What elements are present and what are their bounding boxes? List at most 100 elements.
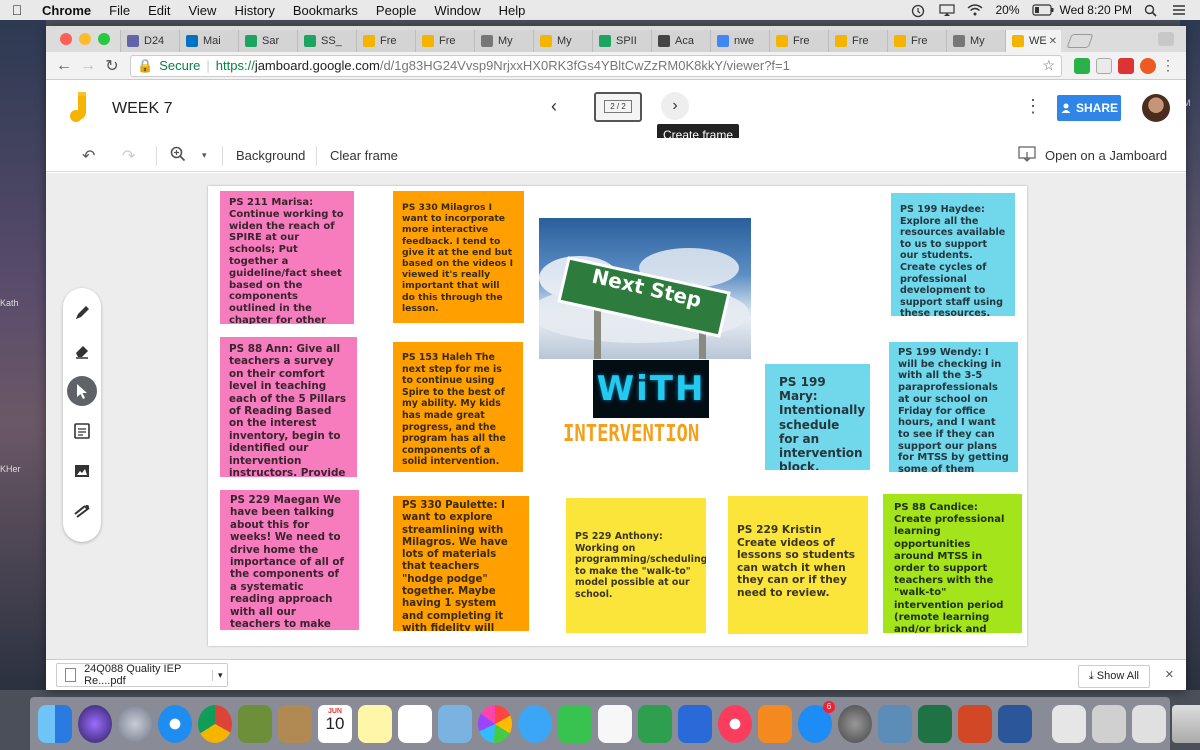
frame-bar-button[interactable]: 2 / 2 (594, 92, 642, 122)
launchpad-rocket-icon[interactable] (118, 704, 152, 743)
reminders-icon[interactable] (398, 704, 432, 743)
zoom-dropdown-icon[interactable]: ▾ (202, 150, 207, 161)
browser-tab[interactable]: WE ✕ (1005, 30, 1061, 52)
eraser-tool-icon[interactable] (67, 336, 97, 366)
zoom-window-button[interactable] (98, 33, 110, 45)
undo-icon[interactable]: ↶ (82, 146, 95, 166)
sticky-note-marisa[interactable]: PS 211 Marisa: Continue working to widen… (220, 191, 354, 324)
chrome-menu-icon[interactable]: ⋮ (1156, 57, 1180, 74)
browser-tab[interactable]: nwe (710, 30, 769, 52)
battery-icon[interactable] (1031, 4, 1054, 16)
sticky-note-kristin[interactable]: PS 229 Kristin Create videos of lessons … (728, 496, 868, 634)
user-avatar[interactable] (1142, 94, 1170, 122)
browser-tab[interactable]: Aca (651, 30, 710, 52)
open-on-jamboard-button[interactable]: Open on a Jamboard (1045, 148, 1167, 163)
notes-icon[interactable] (358, 704, 392, 743)
share-button[interactable]: SHARE (1057, 95, 1121, 121)
contacts-icon[interactable] (278, 704, 312, 743)
browser-tab[interactable]: Fre (356, 30, 415, 52)
photos-icon[interactable] (478, 704, 512, 743)
finder-icon[interactable] (38, 704, 72, 743)
safari-compass-icon[interactable] (158, 704, 192, 743)
system-preferences-icon[interactable] (838, 704, 872, 743)
books-icon[interactable] (758, 704, 792, 743)
sticky-note-tool-icon[interactable] (67, 416, 97, 446)
extension-grid-icon[interactable] (1118, 57, 1134, 74)
sticky-note-ann[interactable]: PS 88 Ann: Give all teachers a survey on… (220, 337, 357, 477)
browser-tab[interactable]: Sar (238, 30, 297, 52)
menu-edit[interactable]: Edit (140, 3, 180, 18)
browser-tab[interactable]: My (474, 30, 533, 52)
photo-stamp-icon[interactable] (238, 704, 272, 743)
jam-title[interactable]: WEEK 7 (112, 100, 172, 118)
cast-to-jamboard-icon[interactable] (1018, 146, 1036, 167)
spotlight-icon[interactable] (1144, 4, 1160, 17)
menu-people[interactable]: People (368, 3, 426, 18)
apple-menu-icon[interactable]:  (0, 2, 34, 18)
previous-frame-icon[interactable]: ‹ (551, 96, 557, 117)
download-item[interactable]: 24Q088 Quality IEP Re....pdf ▾ (56, 663, 228, 687)
keynote-icon[interactable] (678, 704, 712, 743)
chrome-icon[interactable] (198, 704, 232, 743)
downloads-stack-icon[interactable] (1052, 704, 1086, 743)
browser-tab[interactable]: Fre (828, 30, 887, 52)
back-arrow-icon[interactable]: ← (52, 57, 76, 75)
document-stack-icon[interactable] (1132, 704, 1166, 743)
sticky-note-paulette[interactable]: PS 330 Paulette: I want to explore strea… (393, 496, 529, 631)
next-frame-icon[interactable]: › (661, 92, 689, 120)
menu-window[interactable]: Window (426, 3, 490, 18)
pen-tool-icon[interactable] (67, 298, 97, 328)
messages-icon[interactable] (518, 704, 552, 743)
url-input[interactable]: 🔒 Secure | https://jamboard.google.com/d… (130, 54, 1062, 77)
trash-icon[interactable] (1172, 704, 1200, 743)
browser-tab[interactable]: Fre (415, 30, 474, 52)
facetime-icon[interactable] (558, 704, 592, 743)
browser-tab[interactable]: Mai (179, 30, 238, 52)
reload-icon[interactable]: ↻ (100, 56, 124, 76)
sticky-note-haydee[interactable]: PS 199 Haydee: Explore all the resources… (891, 193, 1015, 316)
menu-bookmarks[interactable]: Bookmarks (285, 3, 368, 18)
menu-help[interactable]: Help (491, 3, 536, 18)
menu-file[interactable]: File (101, 3, 140, 18)
lock-icon[interactable]: 🔒 (137, 58, 153, 74)
menu-app-chrome[interactable]: Chrome (34, 3, 101, 18)
sticky-note-mary[interactable]: PS 199 Mary: Intentionally schedule for … (765, 364, 870, 470)
image-tool-icon[interactable] (67, 456, 97, 486)
maps-icon[interactable] (438, 704, 472, 743)
bookmark-star-icon[interactable]: ☆ (1042, 57, 1055, 74)
download-options-chevron-icon[interactable]: ▾ (212, 669, 227, 681)
sticky-note-maegan[interactable]: PS 229 Maegan We have been talking about… (220, 490, 359, 630)
browser-tab[interactable]: D24 (120, 30, 179, 52)
browser-tab[interactable]: SS_ (297, 30, 356, 52)
sticky-note-wendy[interactable]: PS 199 Wendy: I will be checking in with… (889, 342, 1018, 472)
background-button[interactable]: Background (236, 148, 305, 163)
select-tool-icon[interactable] (67, 376, 97, 406)
close-shelf-icon[interactable]: ✕ (1165, 668, 1174, 681)
siri-icon[interactable] (78, 704, 112, 743)
laser-tool-icon[interactable] (67, 496, 97, 526)
notification-center-icon[interactable] (1172, 4, 1188, 16)
jamboard-logo-icon[interactable] (70, 92, 94, 124)
preview-icon[interactable] (878, 704, 912, 743)
profile-icon[interactable] (1158, 32, 1174, 46)
powerpoint-icon[interactable] (958, 704, 992, 743)
new-tab-button[interactable] (1066, 34, 1094, 48)
calendar-icon[interactable]: JUN 10 (318, 704, 352, 743)
browser-tab[interactable]: My (533, 30, 592, 52)
documents-stack-icon[interactable] (1092, 704, 1126, 743)
show-all-downloads-button[interactable]: ⤓ Show All (1077, 665, 1150, 688)
close-window-button[interactable] (60, 33, 72, 45)
browser-tab[interactable]: My (946, 30, 1005, 52)
app-store-icon[interactable]: 6 (798, 700, 835, 743)
numbers-icon[interactable] (638, 704, 672, 743)
extension-green-icon[interactable] (1074, 57, 1090, 74)
excel-icon[interactable] (918, 704, 952, 743)
menu-clock[interactable]: Wed 8:20 PM (1060, 3, 1132, 17)
sticky-note-anthony[interactable]: PS 229 Anthony: Working on programming/s… (566, 498, 706, 633)
sticky-note-candice[interactable]: PS 88 Candice: Create professional learn… (883, 494, 1022, 633)
music-icon[interactable] (718, 704, 752, 743)
browser-tab[interactable]: Fre (769, 30, 828, 52)
sticky-note-milagros[interactable]: PS 330 Milagros I want to incorporate mo… (393, 191, 524, 323)
minimize-window-button[interactable] (79, 33, 91, 45)
clear-frame-button[interactable]: Clear frame (330, 148, 398, 163)
